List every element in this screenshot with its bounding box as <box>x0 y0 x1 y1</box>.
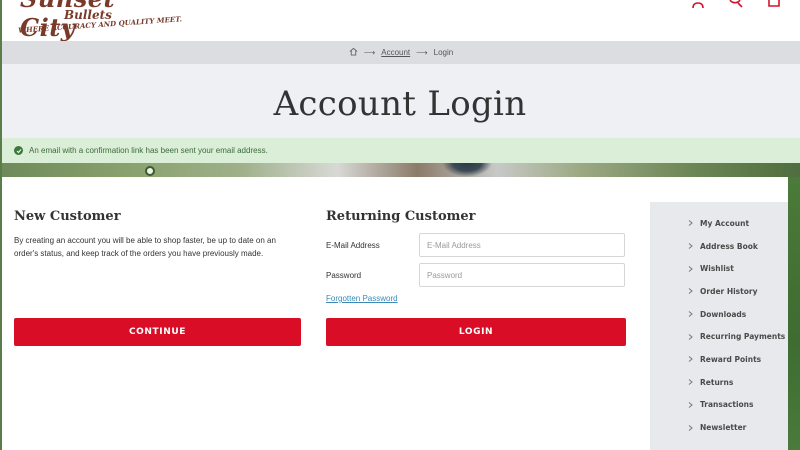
sidebar-item-label: Wishlist <box>700 264 734 274</box>
password-row: Password <box>326 263 626 287</box>
breadcrumb: ⟶ Account ⟶ Login <box>2 41 800 64</box>
search-icon[interactable] <box>728 0 744 8</box>
email-field[interactable] <box>419 233 625 257</box>
sidebar-item-label: Order History <box>700 286 758 296</box>
new-customer-description: By creating an account you will be able … <box>14 236 276 258</box>
sidebar-item-label: Downloads <box>700 309 747 319</box>
password-label: Password <box>326 270 362 280</box>
new-customer-heading: New Customer <box>14 209 121 224</box>
continue-button[interactable]: CONTINUE <box>14 318 301 346</box>
success-alert: An email with a confirmation link has be… <box>2 138 800 163</box>
page-title: Account Login <box>273 84 527 124</box>
site-logo[interactable]: Sunset City Bullets WHERE ACCURACY AND Q… <box>14 0 182 42</box>
sidebar-item-label: Recurring Payments <box>700 332 786 342</box>
new-customer-section: New Customer By creating an account you … <box>14 209 301 260</box>
sidebar-item-wishlist[interactable]: Wishlist <box>650 257 788 280</box>
chevron-right-icon <box>688 356 694 363</box>
chevron-right-icon <box>688 288 694 295</box>
user-icon[interactable] <box>690 0 706 8</box>
hero-image-strip <box>2 163 800 177</box>
sidebar-item-order-history[interactable]: Order History <box>650 280 788 303</box>
account-sidebar: My Account Address Book Wishlist Order H… <box>650 202 788 450</box>
login-button[interactable]: LOGIN <box>326 318 626 346</box>
breadcrumb-separator: ⟶ <box>363 48 376 57</box>
sidebar-item-my-account[interactable]: My Account <box>650 212 788 235</box>
sidebar-item-newsletter[interactable]: Newsletter <box>650 416 788 439</box>
header-icons <box>690 0 782 8</box>
chevron-right-icon <box>688 333 694 340</box>
breadcrumb-separator: ⟶ <box>416 48 428 57</box>
email-label: E-Mail Address <box>326 240 380 250</box>
sidebar-item-label: Address Book <box>700 241 758 251</box>
sidebar-item-recurring-payments[interactable]: Recurring Payments <box>650 325 788 348</box>
sidebar-item-downloads[interactable]: Downloads <box>650 303 788 326</box>
password-field[interactable] <box>419 263 625 287</box>
sidebar-item-label: Returns <box>700 377 734 387</box>
chevron-right-icon <box>688 379 694 386</box>
sidebar-item-reward-points[interactable]: Reward Points <box>650 348 788 371</box>
check-circle-icon <box>14 146 23 155</box>
returning-customer-heading: Returning Customer <box>326 209 476 224</box>
chevron-right-icon <box>688 401 694 408</box>
sidebar-item-transactions[interactable]: Transactions <box>650 394 788 417</box>
breadcrumb-account-link[interactable]: Account <box>381 48 410 57</box>
chevron-right-icon <box>688 265 694 272</box>
breadcrumb-current: Login <box>433 48 454 57</box>
chevron-right-icon <box>688 311 694 317</box>
sidebar-item-label: Newsletter <box>700 423 747 433</box>
left-edge-strip <box>0 0 2 450</box>
home-icon[interactable] <box>349 47 358 58</box>
returning-customer-section: Returning Customer E-Mail Address Passwo… <box>326 209 626 303</box>
sidebar-item-returns[interactable]: Returns <box>650 371 788 394</box>
chevron-right-icon <box>688 424 694 431</box>
chevron-right-icon <box>688 220 694 227</box>
sidebar-item-label: Transactions <box>700 400 754 410</box>
sidebar-item-address-book[interactable]: Address Book <box>650 235 788 258</box>
sidebar-item-label: Reward Points <box>700 354 762 364</box>
forgotten-password-link[interactable]: Forgotten Password <box>326 294 398 303</box>
hero-image-detail <box>145 166 155 176</box>
email-row: E-Mail Address <box>326 233 626 257</box>
cart-icon[interactable] <box>766 0 782 8</box>
site-header: Sunset City Bullets WHERE ACCURACY AND Q… <box>2 0 800 42</box>
page: Sunset City Bullets WHERE ACCURACY AND Q… <box>0 0 800 450</box>
background-strip-right <box>788 177 800 450</box>
chevron-right-icon <box>688 243 694 249</box>
sidebar-item-label: My Account <box>700 218 750 228</box>
hero-image-detail <box>442 163 492 177</box>
alert-message: An email with a confirmation link has be… <box>29 146 268 155</box>
